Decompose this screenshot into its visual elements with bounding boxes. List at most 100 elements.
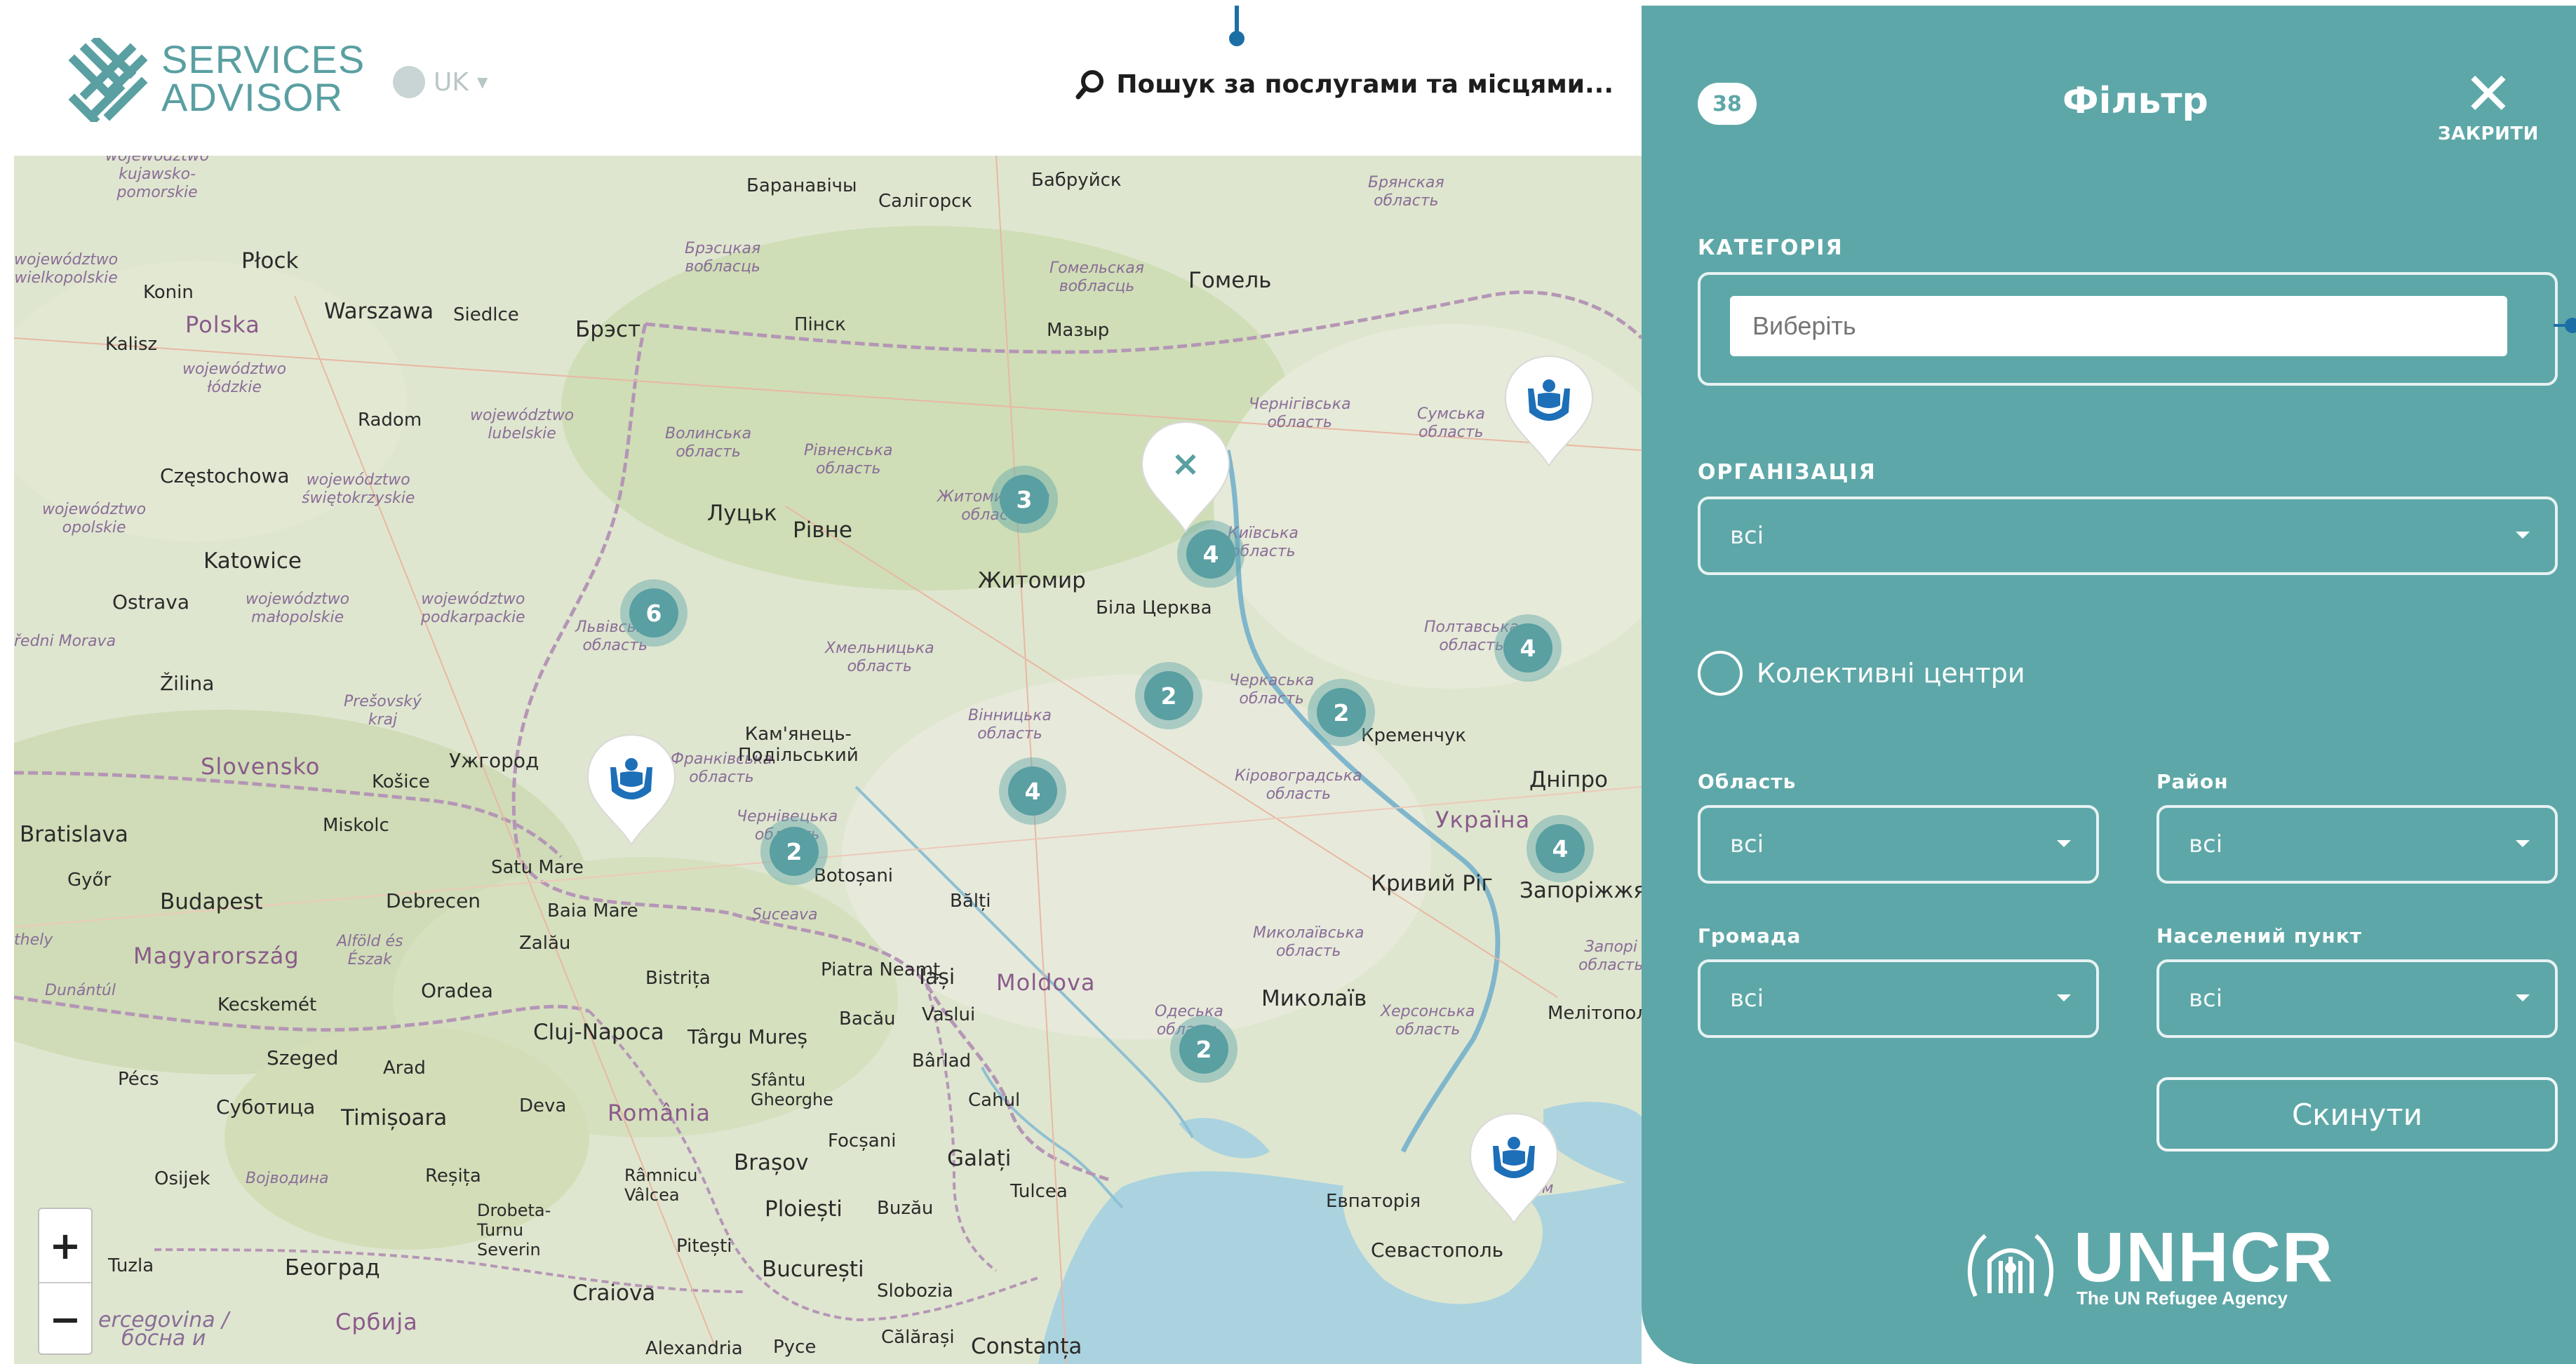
chevron-down-icon [2057, 994, 2071, 1001]
settlement-select[interactable]: всі [2156, 959, 2558, 1038]
organization-label: ОРГАНІЗАЦІЯ [1698, 460, 1877, 485]
label-zilina: Žilina [160, 672, 215, 695]
settlement-label: Населений пункт [2156, 924, 2362, 947]
organization-select[interactable]: всі [1698, 497, 2558, 575]
label-r-kujawsko: województwo kujawsko-pomorskie [105, 156, 210, 201]
label-r-swietokrzyskie: województwo świętokrzyskie [302, 471, 415, 507]
label-craiova: Craiova [572, 1281, 656, 1306]
reset-button[interactable]: Скинути [2156, 1077, 2558, 1152]
label-r-kirovohrad: Кіровоградська область [1235, 767, 1362, 803]
label-srbija: Србија [335, 1309, 418, 1335]
label-yevpatoriia: Евпаторія [1326, 1191, 1421, 1212]
label-ukraina: Україна [1435, 806, 1531, 833]
pointer-marker [2554, 318, 2576, 333]
zoom-control: + − [38, 1208, 93, 1355]
label-sevastopol: Севастополь [1371, 1238, 1504, 1262]
label-r-dunantul: Dunántúl [45, 982, 116, 999]
label-dnipro: Дніпро [1529, 767, 1609, 792]
label-iasi: Iași [919, 965, 955, 990]
label-bucuresti: București [762, 1257, 864, 1282]
close-button[interactable]: ✕ ЗАКРИТИ [2436, 65, 2541, 144]
label-brasov: Brașov [734, 1150, 809, 1175]
language-selector[interactable]: UK ▼ [393, 66, 488, 98]
chevron-down-icon: ▼ [476, 74, 488, 90]
label-timisoara: Timișoara [341, 1105, 448, 1130]
label-salihorsk: Салігорск [878, 191, 972, 212]
top-bar: SERVICES ADVISOR UK ▼ Пошук за послугами… [14, 6, 1642, 156]
chevron-down-icon [2516, 532, 2530, 539]
zoom-out-button[interactable]: − [39, 1282, 91, 1355]
unhcr-logo: UNHCR The UN Refugee Agency [1961, 1217, 2335, 1310]
label-uzhhorod: Ужгород [449, 749, 539, 772]
label-baranavichy: Баранавічы [746, 175, 857, 196]
map-view[interactable]: województwo kujawsko-pomorskie województw… [14, 156, 1642, 1364]
collective-centers-toggle[interactable]: Колективні центри [1698, 651, 2025, 696]
label-botosani: Botoșani [814, 865, 894, 886]
label-mazyr: Мазыр [1047, 320, 1110, 341]
cluster-marker[interactable]: 4 [1494, 614, 1562, 682]
category-input[interactable] [1730, 296, 2507, 356]
label-baia: Baia Mare [547, 900, 638, 921]
unhcr-wordmark: UNHCR [2074, 1217, 2335, 1297]
label-calarasi: Călărași [881, 1327, 955, 1348]
label-cahul: Cahul [968, 1090, 1021, 1111]
collective-centers-checkbox[interactable] [1698, 651, 1743, 696]
hromada-label: Громада [1698, 924, 1802, 947]
label-gyor: Győr [67, 870, 112, 891]
oblast-select[interactable]: всі [1698, 805, 2099, 884]
cluster-marker[interactable]: 6 [620, 579, 687, 647]
cluster-marker[interactable]: 2 [760, 818, 828, 885]
label-drobeta: Drobeta- Turnu Severin [477, 1201, 551, 1260]
zoom-in-button[interactable]: + [39, 1209, 91, 1282]
label-szeged: Szeged [267, 1046, 339, 1069]
brand-name[interactable]: SERVICES ADVISOR [161, 40, 365, 117]
label-r-presovsky: Prešovský kraj [344, 693, 422, 729]
label-budapest: Budapest [160, 889, 263, 914]
service-location-pin[interactable] [1466, 1109, 1562, 1227]
label-oradea: Oradea [421, 979, 493, 1002]
unhcr-emblem-icon [1967, 1234, 2054, 1297]
cluster-marker[interactable]: 4 [1527, 815, 1594, 882]
cluster-marker[interactable]: 4 [999, 757, 1066, 825]
label-zaporizhzhia: Запоріжжя [1520, 878, 1642, 903]
label-plock: Płock [241, 248, 299, 274]
label-zhytomyr: Житомир [978, 568, 1086, 593]
search-trigger[interactable]: Пошук за послугами та місцями... [1075, 69, 1614, 100]
search-icon [1075, 70, 1104, 100]
label-buzau: Buzău [877, 1198, 934, 1219]
label-r-chernihiv: Чернігівська область [1249, 396, 1351, 431]
cluster-marker[interactable]: 2 [1170, 1015, 1237, 1083]
label-konin: Konin [143, 282, 194, 303]
label-bila: Біла Церква [1096, 597, 1212, 619]
label-r-lubelskie: województwo lubelskie [470, 407, 575, 443]
label-balti: Bălți [950, 891, 991, 912]
label-czestochowa: Częstochowa [160, 464, 290, 487]
label-romania: România [608, 1100, 711, 1126]
label-alexandria: Alexandria [645, 1338, 743, 1359]
label-deva: Deva [519, 1095, 567, 1116]
filter-panel: 38 Фільтр ✕ ЗАКРИТИ КАТЕГОРІЯ ОРГАНІЗАЦІ… [1642, 6, 2576, 1364]
label-melitopol: Мелітопол [1548, 1003, 1642, 1024]
label-r-lodzkie: województwo łódzkie [182, 360, 287, 396]
cluster-marker[interactable]: 3 [991, 466, 1058, 533]
label-kalisz: Kalisz [105, 334, 158, 355]
hromada-select[interactable]: всі [1698, 959, 2099, 1038]
rayon-select[interactable]: всі [2156, 805, 2558, 884]
rayon-label: Район [2156, 770, 2229, 793]
cluster-marker[interactable]: 2 [1135, 662, 1202, 729]
service-location-pin[interactable] [584, 731, 679, 849]
label-radom: Radom [358, 410, 422, 431]
cluster-marker[interactable]: 2 [1308, 679, 1375, 746]
chevron-down-icon [2057, 840, 2071, 847]
label-siedlce: Siedlce [453, 304, 519, 325]
label-r-vinnytsia: Вінницька область [968, 707, 1052, 743]
label-satu: Satu Mare [491, 857, 584, 878]
label-kamianets: Кам'янець- Подільський [738, 724, 859, 766]
label-babruisk: Бабруйск [1031, 170, 1122, 191]
label-magyarorszag: Magyarország [133, 943, 300, 969]
selected-location-pin[interactable]: × [1138, 418, 1233, 536]
label-vaslui: Vaslui [922, 1004, 976, 1025]
service-location-pin[interactable] [1501, 352, 1597, 470]
label-r-brest: Брэсцкая вобласць [685, 240, 761, 276]
label-katowice: Katowice [203, 548, 302, 574]
